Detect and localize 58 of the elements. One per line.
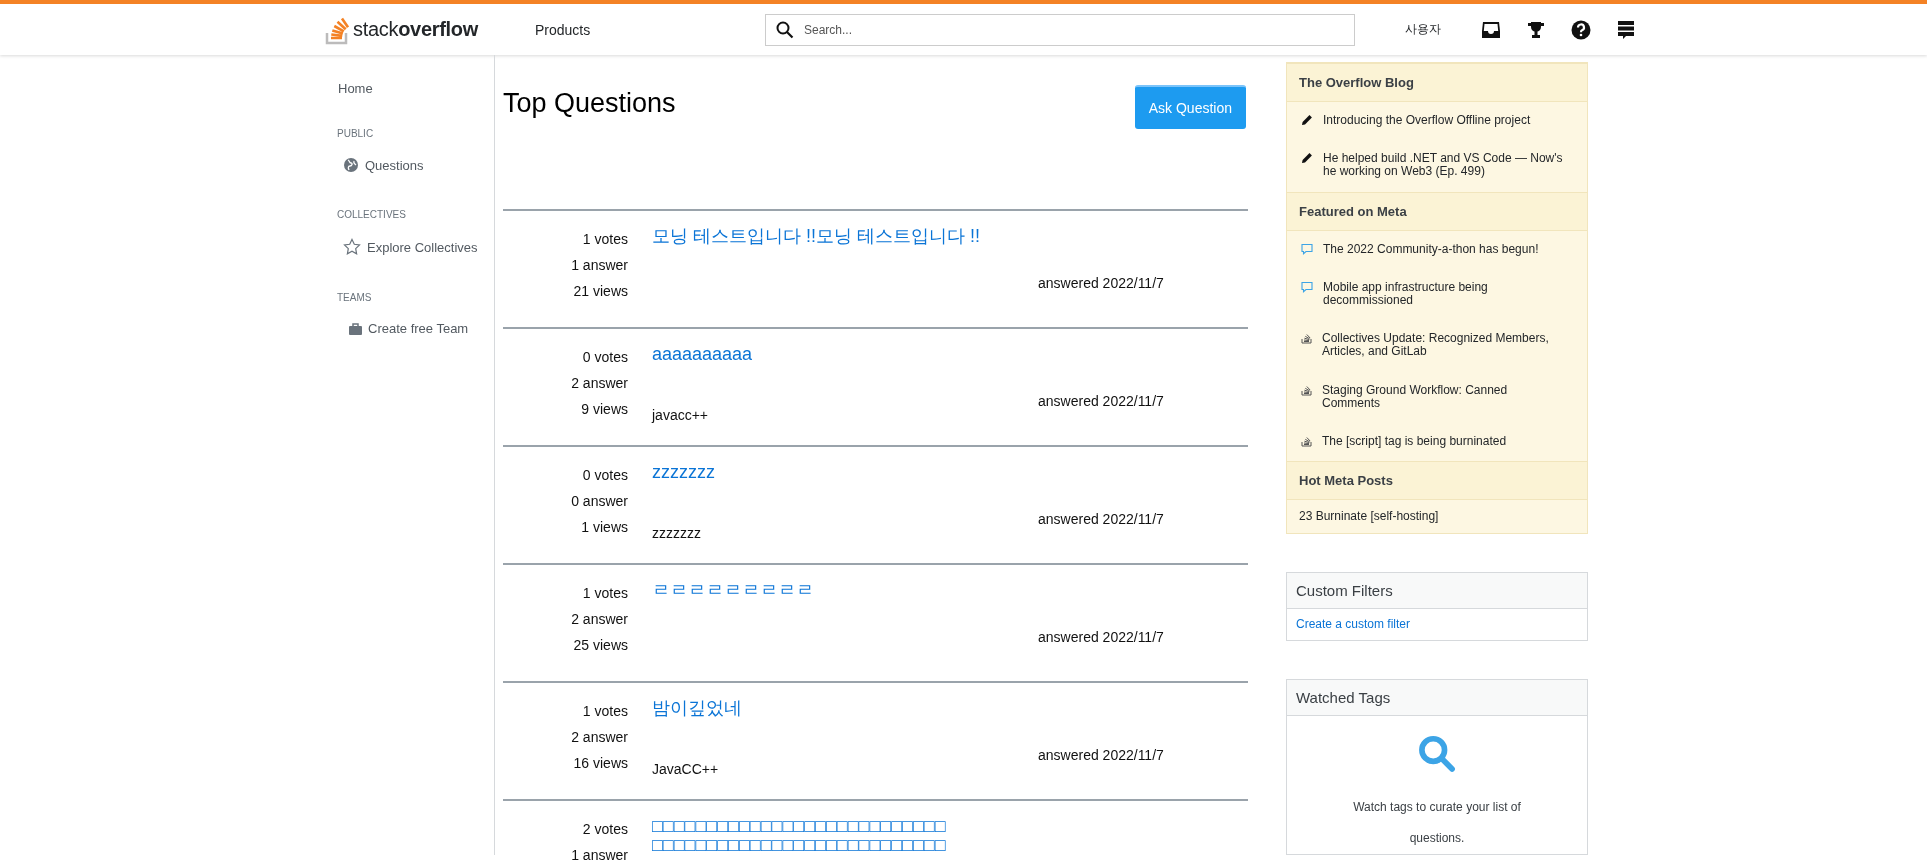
question-tag[interactable]: JavaCC++ bbox=[652, 761, 1014, 777]
vote-count: 0 votes bbox=[582, 467, 628, 483]
post-link[interactable]: Staging Ground Workflow: Canned Comments bbox=[1322, 383, 1567, 410]
post-link[interactable]: 23 Burninate [self-hosting] bbox=[1299, 510, 1575, 524]
logo-wordmark[interactable]: stackoverflow bbox=[353, 18, 479, 41]
question-title[interactable]: □□□□□□□□□□□□□□□□□□□□□□□□□□□ □□□□□□□□□□□□□□□□□□□□□□□□□□□ bbox=[652, 817, 1102, 855]
view-count: 1 views bbox=[581, 519, 628, 535]
question-title[interactable]: 밤이깊었네 bbox=[652, 699, 742, 718]
answer-count: 2 answer bbox=[571, 729, 628, 745]
sidebar-heading: TEAMS bbox=[337, 292, 373, 303]
sidebar-heading: PUBLIC bbox=[337, 128, 375, 139]
vote-count: 1 votes bbox=[582, 703, 628, 719]
question-title[interactable]: 모닝 테스트입니다 !!모닝 테스트입니다 !! bbox=[652, 227, 980, 246]
answered-date: answered 2022/11/7 bbox=[1038, 275, 1164, 291]
panel-heading: Featured on Meta bbox=[1287, 191, 1587, 231]
answered-date: answered 2022/11/7 bbox=[1038, 747, 1164, 763]
question-tag[interactable]: zzzzzzz bbox=[652, 525, 1014, 541]
post-link[interactable]: The [script] tag is being burninated bbox=[1322, 434, 1567, 449]
vote-count: 1 votes bbox=[582, 585, 628, 601]
question-title[interactable]: zzzzzzz bbox=[652, 463, 715, 482]
page-title: Top Questions bbox=[503, 88, 676, 119]
post-link[interactable]: Collectives Update: Recognized Members, Articles, and GitLab bbox=[1322, 332, 1567, 359]
sidebar-item[interactable]: Explore Collectives bbox=[343, 238, 494, 256]
answered-date: answered 2022/11/7 bbox=[1038, 629, 1164, 645]
answer-count: 1 answer bbox=[571, 257, 628, 273]
answered-date: answered 2022/11/7 bbox=[1038, 511, 1164, 527]
vote-count: 0 votes bbox=[582, 349, 628, 365]
user-link[interactable]: 사용자 bbox=[1405, 21, 1441, 38]
panel-heading: Custom Filters bbox=[1287, 573, 1587, 610]
post-link[interactable]: Introducing the Overflow Offline project bbox=[1323, 114, 1567, 128]
view-count: 21 views bbox=[573, 283, 628, 299]
view-count: 9 views bbox=[581, 401, 628, 417]
products-link[interactable]: Products bbox=[535, 21, 765, 38]
panel-heading: Hot Meta Posts bbox=[1287, 461, 1587, 501]
sidebar-item[interactable]: Questions bbox=[343, 157, 494, 173]
panel-heading: Watched Tags bbox=[1287, 680, 1587, 717]
search-field[interactable]: Search... bbox=[765, 13, 1355, 46]
create-filter-link[interactable]: Create a custom filter bbox=[1287, 609, 1587, 641]
view-count: 16 views bbox=[573, 755, 628, 771]
question-title[interactable]: aaaaaaaaaa bbox=[652, 345, 753, 364]
vote-count: 2 votes bbox=[582, 821, 628, 837]
question-tag[interactable]: javacc++ bbox=[652, 407, 1014, 423]
question-title[interactable]: ㄹㄹㄹㄹㄹㄹㄹㄹㄹ bbox=[652, 581, 814, 600]
home-link[interactable]: Home bbox=[338, 81, 494, 96]
view-count: 25 views bbox=[573, 637, 628, 653]
answer-count: 1 answer bbox=[571, 847, 628, 863]
answer-count: 2 answer bbox=[571, 375, 628, 391]
watched-tags-hint: Watch tags to curate your list of questions. bbox=[1352, 798, 1522, 848]
vote-count: 1 votes bbox=[582, 231, 628, 247]
post-link[interactable]: Mobile app infrastructure being decommissioned bbox=[1323, 280, 1567, 308]
answered-date: answered 2022/11/7 bbox=[1038, 393, 1164, 409]
answer-count: 2 answer bbox=[571, 611, 628, 627]
post-link[interactable]: He helped build .NET and VS Code — Now's he working on Web3 (Ep. 499) bbox=[1323, 152, 1567, 179]
sidebar-item[interactable]: Create free Team bbox=[349, 321, 494, 336]
sidebar-heading: COLLECTIVES bbox=[337, 209, 407, 220]
post-link[interactable]: The 2022 Community-a-thon has begun! bbox=[1323, 242, 1567, 256]
panel-heading: The Overflow Blog bbox=[1287, 63, 1587, 102]
answer-count: 0 answer bbox=[571, 493, 628, 509]
